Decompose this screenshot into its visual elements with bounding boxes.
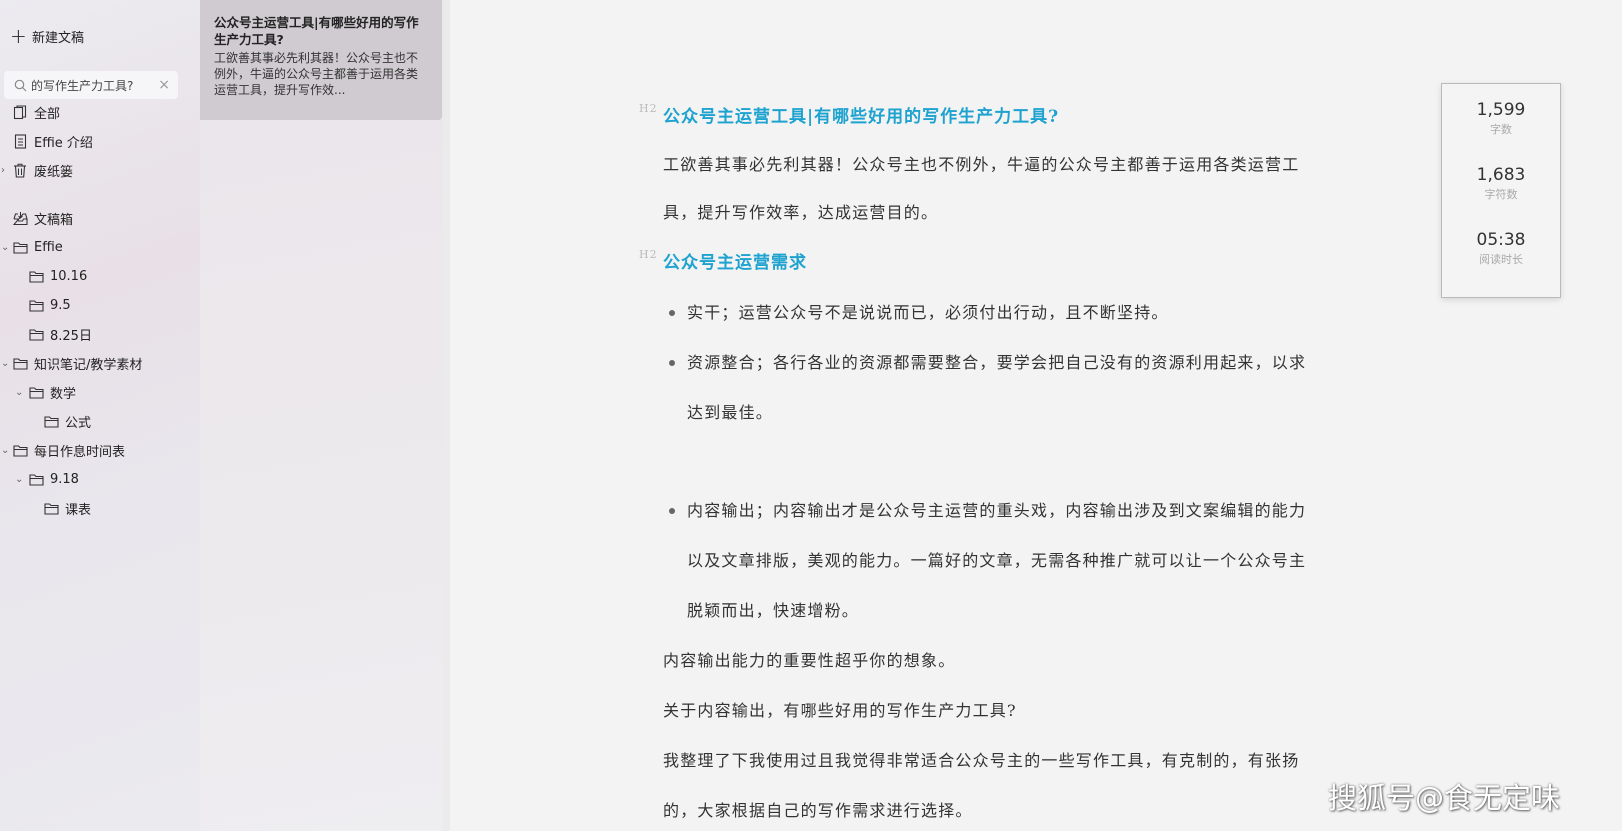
folder-icon xyxy=(28,471,44,487)
chevron-down-icon[interactable]: ⌄ xyxy=(1,242,9,253)
sidebar-folder-notes[interactable]: ⌄ 知识笔记/教学素材 xyxy=(1,351,143,375)
search-icon xyxy=(14,79,27,91)
paragraph-3: 关于内容输出，有哪些好用的写作生产力工具? xyxy=(663,701,1017,720)
sidebar-item-label: Effie 介绍 xyxy=(34,135,93,151)
search-box: × xyxy=(4,71,178,99)
sidebar-folder-schedule[interactable]: ⌄ 每日作息时间表 xyxy=(1,438,126,462)
sidebar-item-effie-intro[interactable]: Effie 介绍 xyxy=(12,129,93,153)
sidebar-item-label: 公式 xyxy=(65,415,92,431)
sidebar-item-label: 8.25日 xyxy=(50,328,92,344)
sidebar-item-label: 知识笔记/教学素材 xyxy=(34,357,143,373)
watermark: 搜狐号@食无定味 xyxy=(1328,781,1561,815)
list-item: 实干；运营公众号不是说说而已，必须付出行动，且不断坚持。 xyxy=(669,288,1377,338)
chevron-down-icon[interactable]: ⌄ xyxy=(15,474,23,485)
sidebar-item-label: 9.5 xyxy=(50,297,71,313)
chevron-down-icon[interactable]: ⌄ xyxy=(15,387,23,398)
folder-icon xyxy=(43,500,59,516)
folder-icon xyxy=(12,239,28,255)
heading-2: H2 公众号主运营需求 xyxy=(639,248,807,273)
folder-icon xyxy=(12,355,28,371)
list-item-text: 实干；运营公众号不是说说而已，必须付出行动，且不断坚持。 xyxy=(687,303,1169,322)
pane-divider[interactable] xyxy=(443,0,450,831)
folder-icon xyxy=(43,413,59,429)
heading-2-text: 公众号主运营需求 xyxy=(663,253,807,273)
folder-icon xyxy=(28,384,44,400)
folder-icon xyxy=(28,326,44,342)
document-card-title: 公众号主运营工具|有哪些好用的写作生产力工具? xyxy=(214,15,419,47)
list-item: 内容输出；内容输出才是公众号主运营的重头戏，内容输出涉及到文案编辑的能力 以及文… xyxy=(669,486,1377,636)
heading-1-text: 公众号主运营工具|有哪些好用的写作生产力工具? xyxy=(663,107,1060,127)
chevron-down-icon[interactable]: ⌄ xyxy=(1,358,9,369)
documents-icon xyxy=(12,104,28,120)
heading-marker: H2 xyxy=(639,248,658,261)
sidebar-item-label: 每日作息时间表 xyxy=(34,444,126,460)
sidebar-item-label: 全部 xyxy=(34,106,61,122)
folder-icon xyxy=(12,442,28,458)
sidebar-item-label: 数学 xyxy=(50,386,77,402)
sidebar-folder-timetable[interactable]: 课表 xyxy=(43,496,91,520)
paragraph-1-line-1: 工欲善其事必先利其器！公众号主也不例外，牛逼的公众号主都善于运用各类运营工 xyxy=(663,155,1300,174)
document-card-selected[interactable]: 公众号主运营工具|有哪些好用的写作生产力工具? 工欲善其事必先利其器！公众号主也… xyxy=(200,0,442,120)
sidebar-folder-formula[interactable]: 公式 xyxy=(43,409,91,433)
bullet-icon xyxy=(669,360,675,366)
heading-1: H2 公众号主运营工具|有哪些好用的写作生产力工具? xyxy=(639,102,1060,127)
folder-icon xyxy=(28,297,44,313)
paragraph-4-line-1: 我整理了下我使用过且我觉得非常适合公众号主的一些写作工具，有克制的，有张扬 xyxy=(663,751,1300,770)
sidebar-folder-9-18[interactable]: ⌄ 9.18 xyxy=(15,467,79,491)
list-item-text: 以及文章排版，美观的能力。一篇好的文章，无需各种推广就可以让一个公众号主 xyxy=(687,551,1307,570)
sidebar-item-label: Effie xyxy=(34,239,63,255)
heading-marker: H2 xyxy=(639,102,658,115)
sidebar-folder-8-25[interactable]: 8.25日 xyxy=(28,322,92,346)
word-count-label: 字数 xyxy=(1490,123,1512,136)
read-time-label: 阅读时长 xyxy=(1479,253,1523,266)
word-count-stat: 1,599 字数 xyxy=(1442,100,1560,137)
sidebar-folder-9-5[interactable]: 9.5 xyxy=(28,293,71,317)
sidebar-item-label: 课表 xyxy=(65,502,92,518)
search-input[interactable] xyxy=(31,78,155,92)
read-time-stat: 05:38 阅读时长 xyxy=(1442,230,1560,267)
list-item-text: 脱颖而出，快速增粉。 xyxy=(687,601,860,620)
new-document-button[interactable]: + 新建文稿 xyxy=(10,24,84,48)
bullet-icon xyxy=(669,310,675,316)
folder-icon xyxy=(28,268,44,284)
chevron-down-icon[interactable]: ⌄ xyxy=(1,445,9,456)
list-item-text: 达到最佳。 xyxy=(687,403,774,422)
sidebar-item-inbox[interactable]: 文稿箱 xyxy=(12,206,73,230)
sidebar-item-trash[interactable]: › 废纸篓 xyxy=(1,158,74,182)
char-count-label: 字符数 xyxy=(1484,188,1518,201)
sidebar-folder-math[interactable]: ⌄ 数学 xyxy=(15,380,77,404)
new-document-label: 新建文稿 xyxy=(32,30,85,46)
sidebar-item-label: 10.16 xyxy=(50,268,88,284)
list-item-text: 资源整合；各行各业的资源都需要整合，要学会把自己没有的资源利用起来，以求 xyxy=(687,353,1307,372)
sidebar-item-label: 9.18 xyxy=(50,471,79,487)
list-item-text: 内容输出；内容输出才是公众号主运营的重头戏，内容输出涉及到文案编辑的能力 xyxy=(687,501,1307,520)
sidebar-item-label: 文稿箱 xyxy=(34,212,74,228)
plus-icon: + xyxy=(10,24,27,48)
sidebar-folder-10-16[interactable]: 10.16 xyxy=(28,264,87,288)
read-time-value: 05:38 xyxy=(1476,230,1526,250)
sidebar-item-all[interactable]: 全部 xyxy=(12,100,60,124)
paragraph-1-line-2: 具，提升写作效率，达成运营目的。 xyxy=(663,203,939,222)
word-count-value: 1,599 xyxy=(1476,100,1526,120)
paragraph-4-line-2: 的，大家根据自己的写作需求进行选择。 xyxy=(663,801,973,820)
inbox-icon xyxy=(12,210,28,226)
document-card-snippet: 工欲善其事必先利其器！公众号主也不例外，牛逼的公众号主都善于运用各类运营工具，提… xyxy=(214,51,419,97)
paragraph-2: 内容输出能力的重要性超乎你的想象。 xyxy=(663,651,956,670)
document-icon xyxy=(12,133,28,149)
document-stats-panel: 1,599 字数 1,683 字符数 05:38 阅读时长 xyxy=(1441,83,1561,298)
trash-icon xyxy=(12,162,28,178)
list-item: 资源整合；各行各业的资源都需要整合，要学会把自己没有的资源利用起来，以求 达到最… xyxy=(669,338,1377,438)
char-count-stat: 1,683 字符数 xyxy=(1442,165,1560,202)
sidebar-item-label: 废纸篓 xyxy=(34,164,74,180)
sidebar: + 新建文稿 × 全部 Effie 介绍 › 废纸篓 文稿箱 xyxy=(0,0,200,831)
clear-search-icon[interactable]: × xyxy=(158,77,170,93)
char-count-value: 1,683 xyxy=(1476,165,1526,185)
document-list: 公众号主运营工具|有哪些好用的写作生产力工具? 工欲善其事必先利其器！公众号主也… xyxy=(200,0,443,831)
sidebar-folder-effie[interactable]: ⌄ Effie xyxy=(1,235,63,259)
bullet-icon xyxy=(669,508,675,514)
chevron-right-icon[interactable]: › xyxy=(1,165,5,176)
